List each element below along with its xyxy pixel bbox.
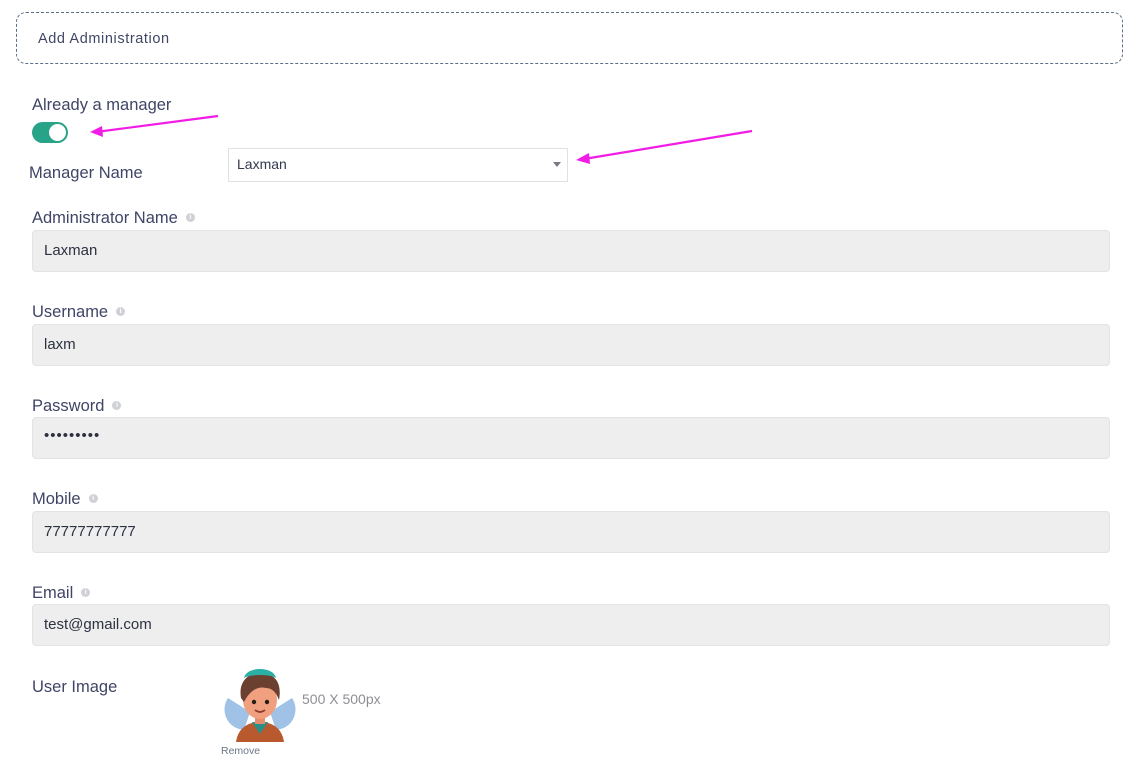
info-icon: i — [81, 588, 91, 598]
info-icon: i — [88, 494, 98, 504]
info-icon: i — [185, 213, 195, 223]
password-label: Password i — [32, 397, 122, 416]
toggle-knob — [49, 124, 66, 141]
email-value: test@gmail.com — [44, 616, 152, 633]
username-label-text: Username — [32, 303, 109, 321]
mobile-input[interactable]: 77777777777 — [32, 511, 1110, 553]
password-value: ••••••••• — [44, 427, 101, 444]
annotation-arrowhead-toggle — [90, 126, 103, 137]
info-icon: i — [116, 307, 126, 317]
section-header: Add Administration — [16, 12, 1123, 64]
username-input[interactable]: laxm — [32, 324, 1110, 366]
email-label-text: Email — [32, 584, 74, 602]
avatar-image — [224, 669, 296, 742]
avatar[interactable] — [222, 662, 298, 742]
user-image-label: User Image — [32, 678, 118, 696]
username-value: laxm — [44, 336, 76, 353]
username-label: Username i — [32, 303, 126, 322]
chevron-down-icon — [553, 162, 561, 167]
administrator-name-label: Administrator Name i — [32, 209, 195, 228]
administrator-name-input[interactable]: Laxman — [32, 230, 1110, 272]
password-label-text: Password — [32, 397, 105, 415]
email-label: Email i — [32, 584, 91, 603]
annotation-arrow-select — [583, 129, 753, 161]
administrator-name-value: Laxman — [44, 242, 98, 259]
info-icon: i — [112, 401, 122, 411]
administrator-name-label-text: Administrator Name — [32, 209, 178, 227]
manager-name-selected-value: Laxman — [237, 156, 287, 172]
remove-image-link[interactable]: Remove — [221, 745, 260, 757]
section-title: Add Administration — [38, 31, 170, 47]
mobile-label: Mobile i — [32, 490, 98, 509]
annotation-arrowhead-select — [576, 153, 590, 164]
mobile-value: 77777777777 — [44, 523, 136, 540]
already-manager-toggle[interactable] — [32, 122, 68, 143]
mobile-label-text: Mobile — [32, 490, 81, 508]
manager-name-label: Manager Name — [29, 164, 143, 182]
manager-name-select[interactable]: Laxman — [228, 148, 568, 182]
image-size-hint: 500 X 500px — [302, 691, 381, 707]
email-input[interactable]: test@gmail.com — [32, 604, 1110, 646]
annotation-arrow-toggle — [95, 114, 219, 134]
already-manager-label: Already a manager — [32, 96, 172, 114]
annotation-arrows — [90, 114, 753, 164]
password-input[interactable]: ••••••••• — [32, 417, 1110, 459]
